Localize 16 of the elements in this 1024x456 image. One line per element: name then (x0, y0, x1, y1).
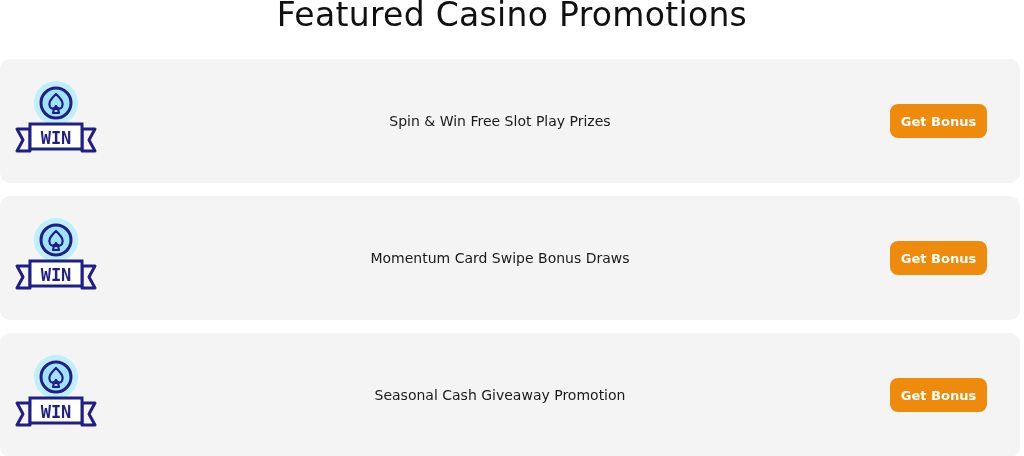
badge-label: WIN (40, 128, 72, 148)
promotion-name: Seasonal Cash Giveaway Promotion (373, 387, 627, 403)
ribbon-banner-icon (15, 396, 97, 427)
get-bonus-button[interactable]: Get Bonus (890, 104, 987, 138)
promotion-name: Momentum Card Swipe Bonus Draws (369, 250, 631, 266)
spade-medal-icon (34, 218, 78, 262)
get-bonus-button[interactable]: Get Bonus (890, 241, 987, 275)
spade-medal-icon (34, 81, 78, 125)
badge-label: WIN (40, 265, 72, 285)
spade-medal-icon (34, 355, 78, 399)
ribbon-banner-icon (15, 259, 97, 290)
badge-label: WIN (40, 402, 72, 422)
page-title: Featured Casino Promotions (275, 0, 749, 36)
get-bonus-button[interactable]: Get Bonus (890, 378, 987, 412)
promotion-name: Spin & Win Free Slot Play Prizes (388, 113, 612, 129)
ribbon-banner-icon (15, 122, 97, 153)
